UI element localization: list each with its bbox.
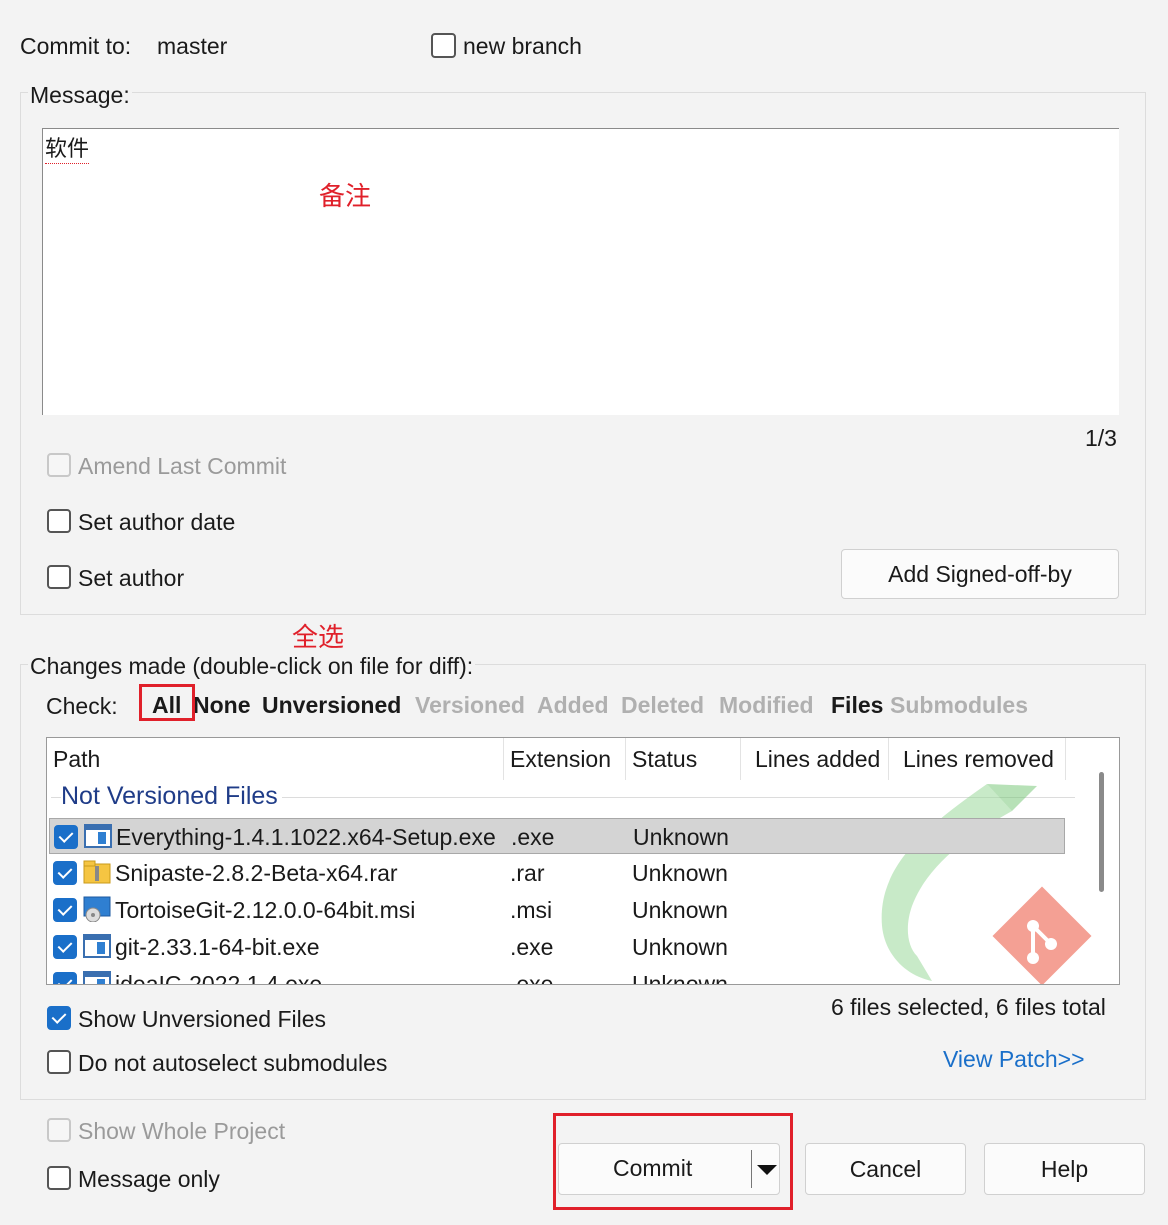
check-unversioned-link[interactable]: Unversioned <box>262 692 401 719</box>
set-author-date-checkbox[interactable] <box>47 509 71 533</box>
file-extension: .msi <box>510 897 553 923</box>
show-whole-project-checkbox[interactable] <box>47 1118 71 1142</box>
file-extension: .exe <box>511 824 555 850</box>
group-header-not-versioned: Not Versioned Files <box>61 782 282 811</box>
show-unversioned-checkbox[interactable] <box>47 1006 71 1030</box>
column-path[interactable]: Path <box>47 738 504 780</box>
select-all-highlight <box>139 684 195 721</box>
file-checkbox[interactable] <box>53 935 77 959</box>
message-counter: 1/3 <box>1085 425 1117 451</box>
check-added-link[interactable]: Added <box>537 692 609 719</box>
archive-icon <box>83 859 111 885</box>
cancel-button[interactable]: Cancel <box>805 1143 966 1195</box>
file-status: Unknown <box>632 934 728 960</box>
message-group-label: Message: <box>28 81 132 109</box>
file-path: Snipaste-2.8.2-Beta-x64.rar <box>115 860 398 886</box>
help-button[interactable]: Help <box>984 1143 1145 1195</box>
file-list[interactable]: Path Extension Status Lines added Lines … <box>46 737 1120 985</box>
branch-name: master <box>157 33 228 59</box>
view-patch-link[interactable]: View Patch>> <box>943 1045 1085 1073</box>
file-path: TortoiseGit-2.12.0.0-64bit.msi <box>115 897 416 923</box>
file-path: ideaIC-2022.1.4.exe <box>115 971 323 985</box>
check-files-link[interactable]: Files <box>831 692 883 719</box>
amend-label: Amend Last Commit <box>78 453 287 479</box>
new-branch-label: new branch <box>463 33 582 59</box>
file-status: Unknown <box>632 897 728 923</box>
table-row[interactable]: Snipaste-2.8.2-Beta-x64.rar .rar Unknown <box>49 855 1065 891</box>
file-extension: .exe <box>510 971 554 985</box>
column-extension[interactable]: Extension <box>504 738 626 780</box>
message-only-checkbox[interactable] <box>47 1166 71 1190</box>
file-status: Unknown <box>632 860 728 886</box>
column-lines-removed[interactable]: Lines removed <box>889 738 1066 780</box>
commit-highlight <box>553 1113 793 1210</box>
file-checkbox[interactable] <box>53 898 77 922</box>
select-all-annotation: 全选 <box>292 623 345 653</box>
exe-icon <box>83 970 111 984</box>
file-extension: .exe <box>510 934 554 960</box>
message-only-label: Message only <box>78 1166 220 1192</box>
file-extension: .rar <box>510 860 545 886</box>
list-scrollbar[interactable] <box>1099 772 1104 892</box>
show-unversioned-label: Show Unversioned Files <box>78 1006 327 1032</box>
exe-icon <box>83 933 111 959</box>
set-author-checkbox[interactable] <box>47 565 71 589</box>
selection-summary: 6 files selected, 6 files total <box>831 994 1106 1020</box>
column-lines-added[interactable]: Lines added <box>741 738 889 780</box>
amend-checkbox[interactable] <box>47 453 71 477</box>
file-status: Unknown <box>632 971 728 985</box>
new-branch-checkbox[interactable] <box>431 33 456 58</box>
table-row[interactable]: Everything-1.4.1.1022.x64-Setup.exe .exe U… <box>49 818 1065 854</box>
message-text: 软件 <box>45 131 90 164</box>
check-submodules-link[interactable]: Submodules <box>890 692 1028 719</box>
message-textarea[interactable]: 软件 <box>42 128 1119 415</box>
check-versioned-link[interactable]: Versioned <box>415 692 525 719</box>
exe-icon <box>84 823 112 849</box>
changes-group-label: Changes made (double-click on file for d… <box>28 652 476 680</box>
table-row[interactable]: git-2.33.1-64-bit.exe .exe Unknown <box>49 929 1065 965</box>
check-none-link[interactable]: None <box>193 692 251 719</box>
installer-icon <box>83 896 111 923</box>
add-signed-off-by-button[interactable]: Add Signed-off-by <box>841 549 1119 599</box>
set-author-date-label: Set author date <box>78 509 236 535</box>
check-modified-link[interactable]: Modified <box>719 692 814 719</box>
check-deleted-link[interactable]: Deleted <box>621 692 704 719</box>
message-note-annotation: 备注 <box>319 182 372 212</box>
table-row[interactable]: TortoiseGit-2.12.0.0-64bit.msi .msi Unknow… <box>49 892 1065 928</box>
commit-to-label: Commit to: <box>20 33 132 59</box>
column-status[interactable]: Status <box>626 738 741 780</box>
file-path: Everything-1.4.1.1022.x64-Setup.exe <box>116 824 496 850</box>
file-path: git-2.33.1-64-bit.exe <box>115 934 320 960</box>
file-checkbox[interactable] <box>53 861 77 885</box>
file-checkbox[interactable] <box>53 972 77 984</box>
file-checkbox[interactable] <box>54 825 78 849</box>
show-whole-project-label: Show Whole Project <box>78 1118 286 1144</box>
file-status: Unknown <box>633 824 729 850</box>
no-autoselect-submodules-checkbox[interactable] <box>47 1050 71 1074</box>
no-autoselect-submodules-label: Do not autoselect submodules <box>78 1050 388 1076</box>
set-author-label: Set author <box>78 565 185 591</box>
table-row[interactable]: ideaIC-2022.1.4.exe .exe Unknown <box>49 966 1065 985</box>
check-label: Check: <box>46 693 118 719</box>
